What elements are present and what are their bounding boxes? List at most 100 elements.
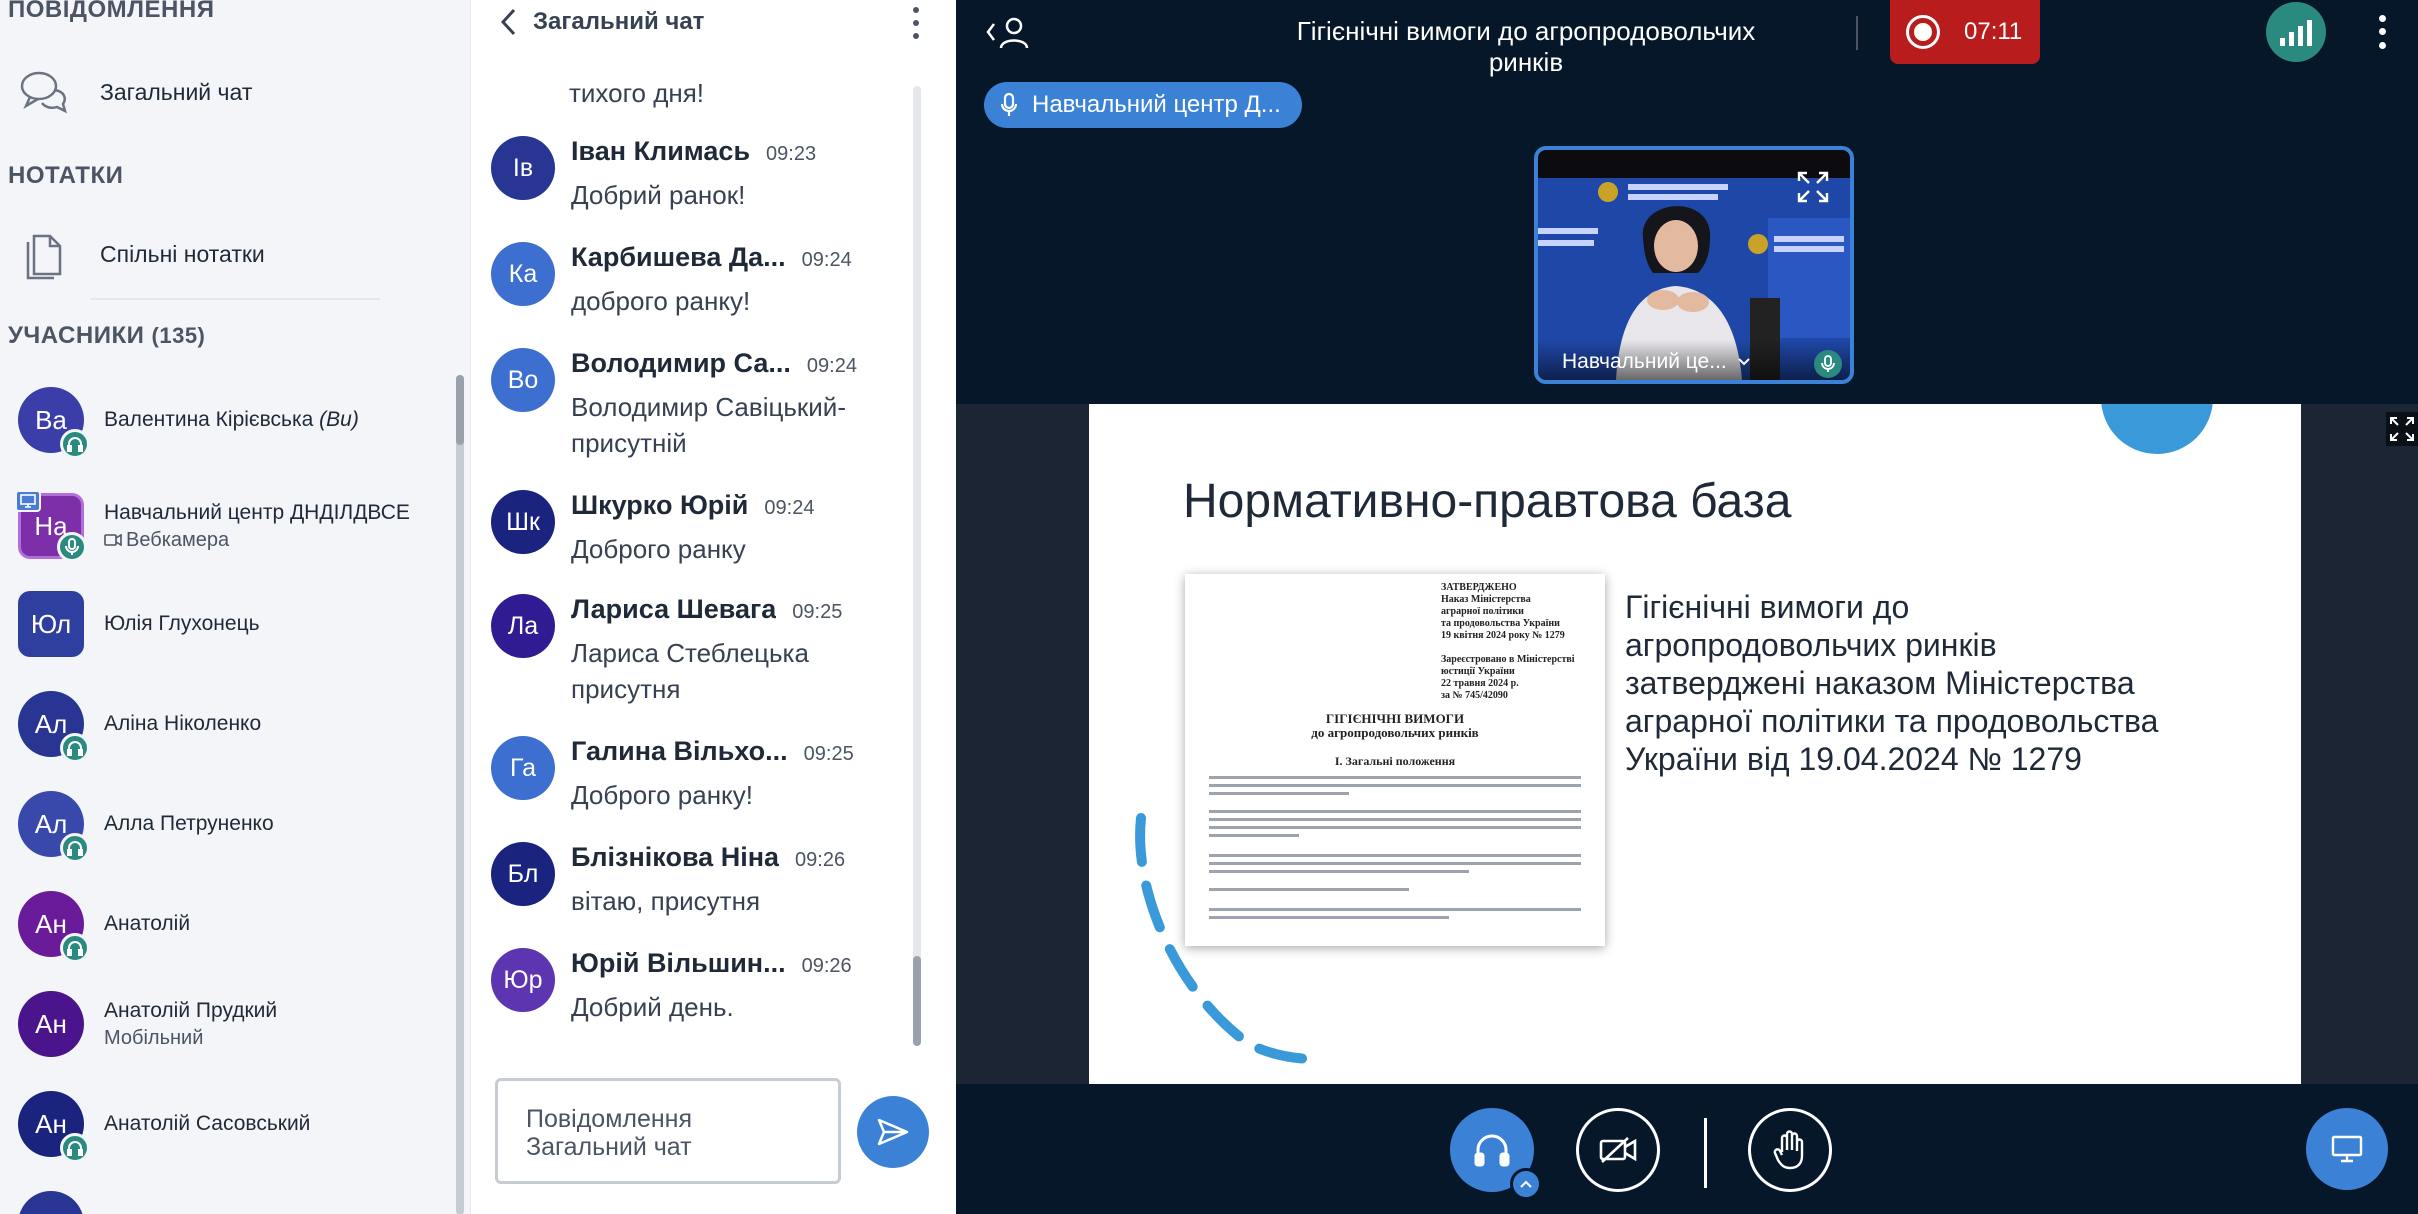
- message-text: вітаю, присутня: [571, 886, 761, 916]
- fullscreen-icon[interactable]: [1796, 170, 1830, 204]
- recording-timer: 07:11: [1964, 18, 2023, 45]
- users-section-title: УЧАСНИКИ (135): [8, 322, 205, 350]
- headphones-icon: [60, 429, 90, 459]
- webcam-video[interactable]: Навчальний це...: [1534, 146, 1854, 384]
- user-list-scrollbar[interactable]: [456, 375, 464, 1214]
- message-time: 09:24: [764, 497, 815, 519]
- user-list-item[interactable]: Юл Юлія Глухонець: [18, 584, 260, 664]
- sidebar-item-shared-notes[interactable]: Спільні нотатки: [18, 228, 265, 280]
- message-author: Галина Вільхо...: [571, 736, 788, 766]
- avatar: Юл: [18, 591, 84, 657]
- avatar: Ал: [18, 691, 90, 763]
- user-name: Аліна Ніколенко: [104, 712, 262, 735]
- user-list-icon: [986, 17, 1029, 49]
- avatar: Ва: [18, 387, 90, 459]
- message-time: 09:26: [801, 955, 852, 977]
- slide-decoration-circle: [2101, 404, 2213, 454]
- message-time: 09:25: [803, 743, 854, 765]
- divider: [1704, 1118, 1707, 1188]
- users-title: УЧАСНИКИ: [8, 322, 145, 349]
- chat-title[interactable]: Загальний чат: [533, 8, 704, 36]
- user-status: Вебкамера: [104, 529, 410, 552]
- webcam-user-name[interactable]: Навчальний це...: [1562, 350, 1751, 374]
- chat-message-list: тихого дня! Ів Іван Климась 09:23 Добрий …: [471, 70, 921, 1060]
- microphone-icon: [57, 532, 87, 562]
- presentation-toggle-button[interactable]: [2306, 1108, 2388, 1190]
- avatar: Га: [491, 736, 555, 800]
- chat-panel: Загальний чат тихого дня! Ів Іван Климас…: [470, 0, 956, 1214]
- message-time: 09:26: [795, 849, 846, 871]
- chat-message-input[interactable]: Повідомлення Загальний чат: [495, 1078, 841, 1184]
- send-message-button[interactable]: [857, 1096, 929, 1168]
- user-list-item[interactable]: Ал Алла Петруненко: [18, 784, 274, 864]
- user-list-item[interactable]: На Навчальний центр ДНДІЛДВСЕ Вебкамера: [15, 486, 410, 566]
- chat-bubbles-icon: [18, 66, 70, 118]
- sidebar-item-public-chat[interactable]: Загальний чат: [18, 66, 252, 118]
- fullscreen-icon[interactable]: [2386, 412, 2418, 446]
- user-list-item[interactable]: Ан Анатолій Сасовський: [18, 1084, 310, 1164]
- doc-text-line: [1209, 792, 1349, 795]
- doc-approved-block: ЗАТВЕРДЖЕНО Наказ Міністерства аграрної …: [1441, 582, 1565, 641]
- share-webcam-button[interactable]: [1576, 1108, 1660, 1192]
- chat-header: Загальний чат: [471, 0, 957, 46]
- headphones-icon: [60, 1133, 90, 1163]
- more-options-icon[interactable]: [2370, 12, 2394, 52]
- message-text: Лариса Стеблецька присутня: [571, 638, 809, 704]
- avatar: Бл: [491, 842, 555, 906]
- message-text: Добрий день.: [571, 992, 734, 1022]
- record-icon: [1906, 15, 1940, 49]
- user-status: Мобільний: [104, 1026, 204, 1049]
- message-time: 09:23: [766, 143, 817, 165]
- chat-message: Во Володимир Са... 09:24 Володимир Савіць…: [491, 348, 921, 461]
- avatar: Ка: [491, 242, 555, 306]
- connection-status-button[interactable]: [2266, 2, 2326, 62]
- slide-body-text: Гігієнічні вимоги до агропродовольчих ри…: [1625, 589, 2159, 777]
- scrollbar-thumb[interactable]: [456, 375, 464, 445]
- doc-registered-block: Зареєстровано в Міністерстві юстиції Укр…: [1441, 654, 1575, 701]
- users-count: (135): [151, 323, 206, 348]
- avatar-initials: Ан: [35, 1108, 67, 1139]
- chat-scrollbar[interactable]: [913, 86, 921, 1046]
- chat-message: Ка Карбишева Да... 09:24 доброго ранку!: [491, 242, 921, 319]
- sidebar: ПОВІДОМЛЕННЯ Загальний чат НОТАТКИ Спіль…: [0, 0, 470, 1214]
- talking-user-name: Навчальний центр Д...: [1032, 91, 1281, 118]
- chevron-left-icon[interactable]: [493, 4, 523, 40]
- audio-options-button[interactable]: [1510, 1168, 1542, 1200]
- webcam-icon: [104, 534, 122, 546]
- user-list-item[interactable]: Ан Анатолій: [18, 884, 190, 964]
- avatar: Ан: [18, 1091, 90, 1163]
- user-list-item[interactable]: Ан Анатолій Прудкий Мобільний: [18, 984, 277, 1064]
- chat-message: Шк Шкурко Юрій 09:24 Доброго ранку: [491, 490, 921, 567]
- more-options-icon[interactable]: [901, 4, 931, 42]
- talking-indicator[interactable]: Навчальний центр Д...: [984, 82, 1302, 128]
- avatar-initials: Ан: [35, 1008, 67, 1039]
- doc-section-heading: I. Загальні положення: [1334, 754, 1456, 768]
- chat-message: Бл Блізнікова Ніна 09:26 вітаю, присутня: [491, 842, 921, 919]
- notes-document-icon: [18, 228, 70, 280]
- raise-hand-button[interactable]: [1748, 1108, 1832, 1192]
- shared-notes-label: Спільні нотатки: [100, 240, 265, 267]
- audio-button[interactable]: [1450, 1108, 1542, 1200]
- divider: [1856, 16, 1858, 50]
- doc-text-line: [1209, 776, 1581, 779]
- chat-message: Ів Іван Климась 09:23 Добрий ранок!: [491, 136, 921, 213]
- scrollbar-thumb[interactable]: [913, 956, 921, 1046]
- chevron-up-icon: [1520, 1180, 1532, 1188]
- avatar-initials: Ва: [35, 404, 67, 435]
- recording-button[interactable]: 07:11: [1890, 0, 2040, 64]
- avatar: Ан: [18, 991, 84, 1057]
- meeting-top-bar: Гігієнічні вимоги до агропродовольчих ри…: [956, 0, 2418, 77]
- chat-message: Га Галина Вільхо... 09:25 Доброго ранку!: [491, 736, 921, 813]
- user-list-item[interactable]: Ва Валентина Кірієвська (Ви): [18, 380, 359, 460]
- user-list-item[interactable]: Ал Аліна Ніколенко: [18, 684, 261, 764]
- meeting-area: Гігієнічні вимоги до агропродовольчих ри…: [956, 0, 2418, 1214]
- avatar: Ів: [491, 136, 555, 200]
- user-name: Юлія Глухонець: [104, 612, 260, 635]
- avatar: На: [15, 490, 87, 562]
- webcam-off-icon: [1599, 1137, 1637, 1163]
- microphone-icon: [1000, 93, 1018, 116]
- message-text: Доброго ранку: [571, 534, 746, 564]
- user-list-item[interactable]: [18, 1184, 84, 1214]
- toggle-user-list-button[interactable]: [984, 12, 1034, 52]
- headphones-icon: [1474, 1134, 1510, 1167]
